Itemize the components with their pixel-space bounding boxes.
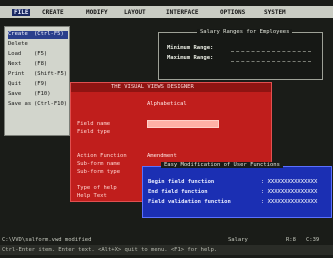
current-field-status: Salary [228, 237, 248, 243]
panel-title: Salary Ranges for Employees [197, 29, 293, 35]
begin-field-function-label: Begin field function [148, 179, 215, 185]
app-screen: FILE CREATE MODIFY LAYOUT INTERFACE OPTI… [0, 0, 333, 258]
action-function-value[interactable]: Amendment [147, 153, 177, 159]
menu-item-label: Quit [8, 81, 22, 87]
file-menu-item-next[interactable]: Next (F8) [8, 61, 68, 69]
field-type-label: Field type [77, 129, 111, 135]
column-position-status: C:39 [306, 237, 320, 243]
menu-file[interactable]: FILE [12, 9, 31, 16]
status-bar: C:\VVD\salform.vwd modified Salary R:8 C… [0, 236, 333, 245]
menu-item-shortcut: (F10) [34, 91, 51, 97]
help-hint-text: Ctrl-Enter item. Enter text. <Alt+X> qui… [2, 247, 218, 253]
menu-item-shortcut: (F5) [34, 51, 48, 57]
file-dropdown-menu: Create (Ctrl-F5) Delete Load (F5) Next (… [4, 26, 70, 136]
menu-interface[interactable]: INTERFACE [166, 9, 199, 16]
file-menu-item-print[interactable]: Print (Shift-F5) [8, 71, 68, 79]
file-menu-item-load[interactable]: Load (F5) [8, 51, 68, 59]
begin-field-function-value[interactable]: : XXXXXXXXXXXXXXX [261, 179, 317, 185]
minimum-range-field[interactable] [231, 51, 311, 52]
menu-options[interactable]: OPTIONS [220, 9, 245, 16]
type-of-help-label: Type of help [77, 185, 117, 191]
dialog-title: Easy Modification of User Functions [161, 162, 283, 168]
menu-item-shortcut: (Ctrl-F10) [34, 101, 68, 107]
menu-item-label: Save as [8, 101, 32, 107]
designer-title: THE VISUAL VIEWS DESIGNER [111, 84, 194, 90]
menu-item-label: Next [8, 61, 22, 67]
help-text-label: Help Text [77, 193, 107, 199]
user-functions-dialog: Easy Modification of User Functions Begi… [142, 162, 332, 218]
file-path-status: C:\VVD\salform.vwd modified [2, 237, 92, 243]
menu-item-label: Delete [8, 41, 28, 47]
salary-ranges-panel: Salary Ranges for Employees Minimum Rang… [158, 29, 323, 80]
end-field-function-label: End field function [148, 189, 208, 195]
maximum-range-field[interactable] [231, 61, 311, 62]
menu-create[interactable]: CREATE [42, 9, 64, 16]
menu-modify[interactable]: MODIFY [86, 9, 108, 16]
menu-item-label: Print [8, 71, 25, 77]
file-menu-item-create[interactable]: Create (Ctrl-F5) [8, 31, 68, 39]
field-validation-function-label: Field validation function [148, 199, 231, 205]
designer-title-bar: THE VISUAL VIEWS DESIGNER [71, 83, 271, 92]
file-menu-item-delete[interactable]: Delete [8, 41, 68, 49]
sort-order-value[interactable]: Alphabetical [147, 101, 187, 107]
menu-item-shortcut: (F9) [34, 81, 48, 87]
file-menu-item-save-as[interactable]: Save as (Ctrl-F10) [8, 101, 68, 109]
file-menu-item-save[interactable]: Save (F10) [8, 91, 68, 99]
menu-item-label: Create [8, 31, 28, 37]
menu-item-label: Save [8, 91, 22, 97]
menu-layout[interactable]: LAYOUT [124, 9, 146, 16]
menu-item-shortcut: (Shift-F5) [34, 71, 68, 77]
file-menu-item-quit[interactable]: Quit (F9) [8, 81, 68, 89]
help-hint-bar: Ctrl-Enter item. Enter text. <Alt+X> qui… [0, 245, 333, 255]
menu-bar: FILE CREATE MODIFY LAYOUT INTERFACE OPTI… [0, 6, 333, 18]
field-validation-function-value[interactable]: : XXXXXXXXXXXXXXX [261, 199, 317, 205]
row-position-status: R:8 [286, 237, 296, 243]
menu-item-label: Load [8, 51, 22, 57]
menu-system[interactable]: SYSTEM [264, 9, 286, 16]
menu-item-shortcut: (Ctrl-F5) [34, 31, 64, 37]
field-name-input[interactable] [147, 120, 219, 128]
maximum-range-label: Maximum Range: [167, 55, 214, 61]
field-name-label: Field name [77, 121, 111, 127]
minimum-range-label: Minimum Range: [167, 45, 214, 51]
menu-item-shortcut: (F8) [34, 61, 48, 67]
end-field-function-value[interactable]: : XXXXXXXXXXXXXXX [261, 189, 317, 195]
action-function-label: Action Function [77, 153, 127, 159]
sub-form-name-label: Sub-form name [77, 161, 121, 167]
sub-form-type-label: Sub-form type [77, 169, 121, 175]
